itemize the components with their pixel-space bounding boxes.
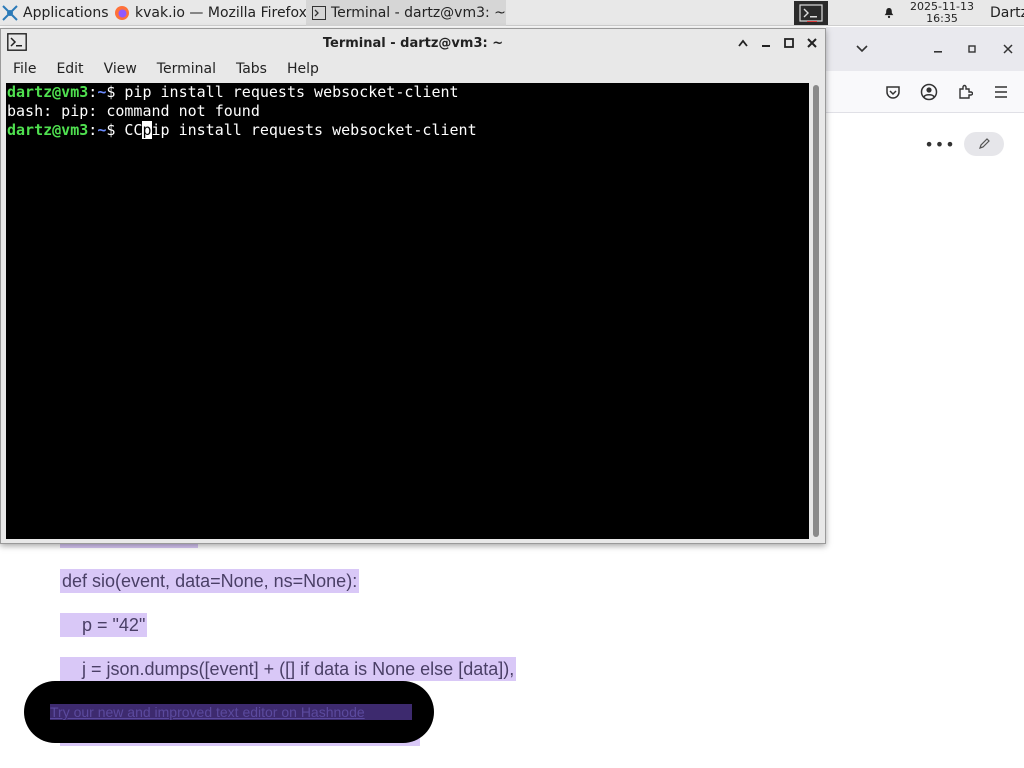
close-icon[interactable] [998, 39, 1018, 59]
minimize-icon[interactable] [928, 39, 948, 59]
more-options-icon[interactable]: ••• [924, 132, 954, 156]
prompt-symbol: $ [106, 83, 125, 101]
terminal-icon [312, 5, 326, 20]
close-icon[interactable] [802, 33, 822, 53]
top-taskbar: Applications ☰ kvak.io — Mozilla Firefox… [0, 0, 1024, 26]
prompt-path: ~ [97, 83, 107, 101]
taskbar-firefox-window[interactable]: kvak.io — Mozilla Firefox [108, 0, 306, 26]
prompt-symbol: $ [106, 121, 125, 139]
menu-edit[interactable]: Edit [44, 61, 91, 77]
edit-pen-button[interactable] [964, 132, 1004, 156]
code-line: def sio(event, data=None, ns=None): [60, 569, 360, 593]
minimize-icon[interactable] [756, 33, 776, 53]
code-line: j = json.dumps([event] + ([] if data is … [60, 657, 517, 681]
terminal-icon [799, 3, 823, 22]
editor-promo-link[interactable]: Try our new and improved text editor on … [50, 704, 412, 720]
firefox-toolbar [826, 71, 1024, 113]
terminal-titlebar[interactable]: Terminal - dartz@vm3: ~ [1, 29, 825, 57]
applications-label: Applications [23, 4, 108, 21]
applications-menu[interactable]: Applications ☰ [0, 0, 108, 26]
menu-tabs[interactable]: Tabs [224, 61, 275, 77]
user-name: Dartz [990, 4, 1024, 21]
command-text-before-cursor: CC [124, 121, 143, 139]
menu-view[interactable]: View [92, 61, 145, 77]
terminal-window: Terminal - dartz@vm3: ~ File Edit View T… [0, 28, 826, 544]
maximize-icon[interactable] [962, 39, 982, 59]
firefox-tab-strip [826, 27, 1024, 71]
terminal-line: dartz@vm3:~$ pip install requests websoc… [7, 83, 809, 102]
pen-icon [979, 138, 990, 149]
text-cursor: p [142, 121, 152, 139]
terminal-output[interactable]: dartz@vm3:~$ pip install requests websoc… [6, 83, 809, 539]
code-line: p = "42" [60, 613, 148, 637]
prompt-path: ~ [97, 121, 107, 139]
account-icon[interactable] [918, 81, 940, 103]
user-menu[interactable]: Dartz [984, 0, 1024, 26]
prompt-separator: : [88, 121, 98, 139]
hamburger-menu-icon[interactable] [990, 81, 1012, 103]
clock-date: 2025-11-13 [910, 0, 974, 13]
firefox-icon [114, 5, 130, 21]
clock-time: 16:35 [926, 11, 958, 25]
clock[interactable]: 2025-11-13 16:35 [900, 0, 984, 26]
tab-list-chevron-icon[interactable] [852, 39, 872, 59]
workspace-terminal-indicator[interactable] [794, 0, 828, 25]
maximize-icon[interactable] [779, 33, 799, 53]
command-text-after-cursor: ip install requests websocket-client [151, 121, 477, 139]
command-text: pip install requests websocket-client [124, 83, 459, 101]
terminal-scrollbar-thumb[interactable] [813, 85, 819, 537]
pocket-icon[interactable] [882, 81, 904, 103]
menu-terminal[interactable]: Terminal [145, 61, 224, 77]
menu-file[interactable]: File [1, 61, 44, 77]
extensions-icon[interactable] [954, 81, 976, 103]
applications-icon [2, 4, 18, 21]
taskbar-terminal-label: Terminal - dartz@vm3: ~ [331, 4, 506, 21]
prompt-separator: : [88, 83, 98, 101]
terminal-title: Terminal - dartz@vm3: ~ [322, 35, 504, 51]
terminal-line: bash: pip: command not found [7, 102, 809, 121]
terminal-line: dartz@vm3:~$ CCpip install requests webs… [7, 121, 809, 140]
menu-help[interactable]: Help [275, 61, 327, 77]
taskbar-firefox-label: kvak.io — Mozilla Firefox [135, 4, 306, 21]
error-output: bash: pip: command not found [7, 102, 260, 120]
shade-up-icon[interactable] [733, 33, 753, 53]
editor-promo-toast[interactable]: Try our new and improved text editor on … [24, 681, 434, 743]
notifications-bell-icon[interactable] [878, 0, 900, 26]
prompt-user: dartz@vm3 [7, 121, 89, 139]
taskbar-terminal-window[interactable]: Terminal - dartz@vm3: ~ [306, 0, 506, 26]
prompt-user: dartz@vm3 [7, 83, 89, 101]
terminal-menubar: File Edit View Terminal Tabs Help [1, 57, 825, 81]
